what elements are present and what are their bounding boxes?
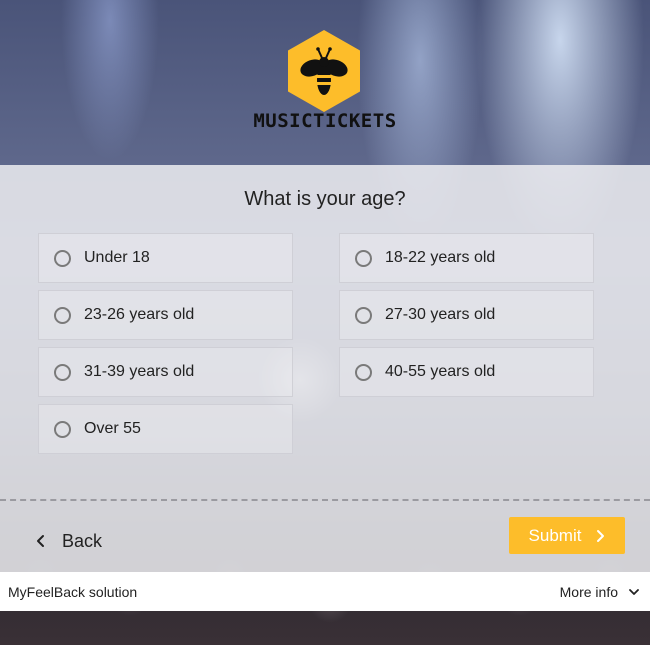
age-option-23-26[interactable]: 23-26 years old: [38, 290, 293, 340]
back-button[interactable]: Back: [34, 529, 102, 553]
bee-icon: [288, 30, 360, 112]
brand-name: MUSICTICKETS: [253, 110, 397, 132]
age-option-40-55[interactable]: 40-55 years old: [339, 347, 594, 397]
radio-button[interactable]: [54, 249, 71, 267]
section-divider: [0, 499, 650, 501]
chevron-left-icon: [37, 535, 44, 547]
option-label: 18-22 years old: [385, 249, 496, 266]
option-label: 40-55 years old: [385, 363, 496, 380]
age-option-31-39[interactable]: 31-39 years old: [38, 347, 293, 397]
radio-button[interactable]: [54, 363, 71, 381]
more-info-toggle[interactable]: More info: [560, 584, 640, 600]
radio-button[interactable]: [355, 363, 372, 381]
option-label: 31-39 years old: [84, 363, 195, 380]
radio-button[interactable]: [54, 306, 71, 324]
option-label: 27-30 years old: [385, 306, 496, 323]
option-label: Over 55: [84, 420, 141, 437]
question-title: What is your age?: [244, 188, 406, 210]
radio-button[interactable]: [54, 420, 71, 438]
option-label: 23-26 years old: [84, 306, 195, 323]
submit-label: Submit: [528, 525, 582, 545]
age-option-over-55[interactable]: Over 55: [38, 404, 293, 454]
age-option-18-22[interactable]: 18-22 years old: [339, 233, 594, 283]
age-option-27-30[interactable]: 27-30 years old: [339, 290, 594, 340]
back-label: Back: [62, 530, 103, 551]
option-label: Under 18: [84, 249, 150, 266]
radio-button[interactable]: [355, 306, 372, 324]
more-info-label: More info: [559, 583, 618, 600]
footer-bar: MyFeelBack solution More info: [0, 572, 650, 611]
chevron-right-icon: [597, 529, 605, 542]
radio-button[interactable]: [355, 249, 372, 267]
submit-button[interactable]: Submit: [509, 517, 625, 554]
header: MUSICTICKETS: [0, 0, 650, 165]
solution-credit: MyFeelBack solution: [8, 583, 138, 600]
chevron-down-icon: [629, 588, 639, 595]
age-option-under-18[interactable]: Under 18: [38, 233, 293, 283]
